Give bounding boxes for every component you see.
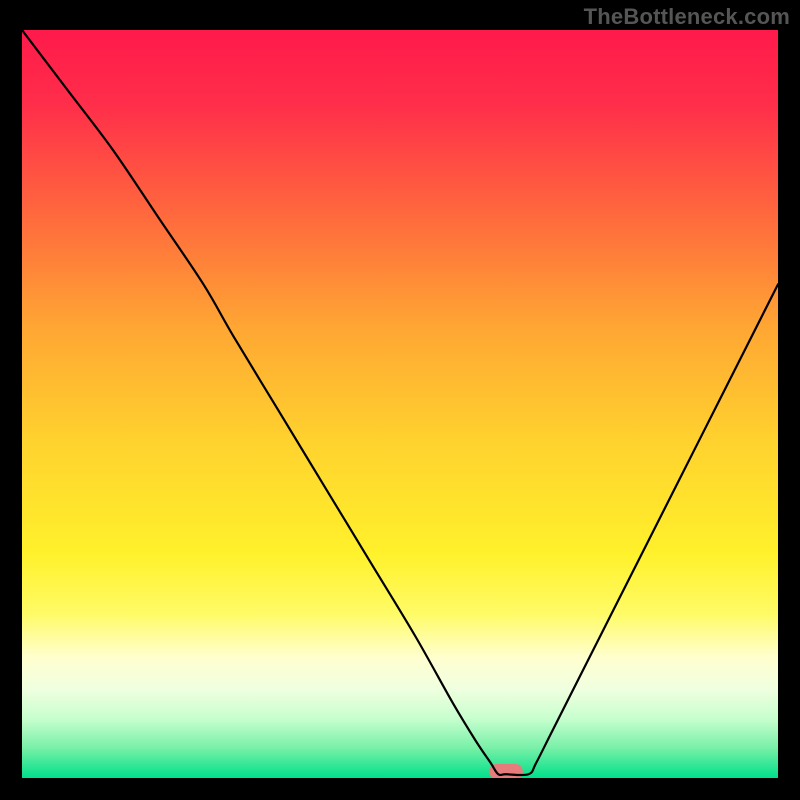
- gradient-background: [22, 30, 778, 778]
- chart-frame: TheBottleneck.com: [0, 0, 800, 800]
- watermark-text: TheBottleneck.com: [584, 4, 790, 30]
- bottleneck-chart-svg: [22, 30, 778, 778]
- plot-area: [22, 30, 778, 778]
